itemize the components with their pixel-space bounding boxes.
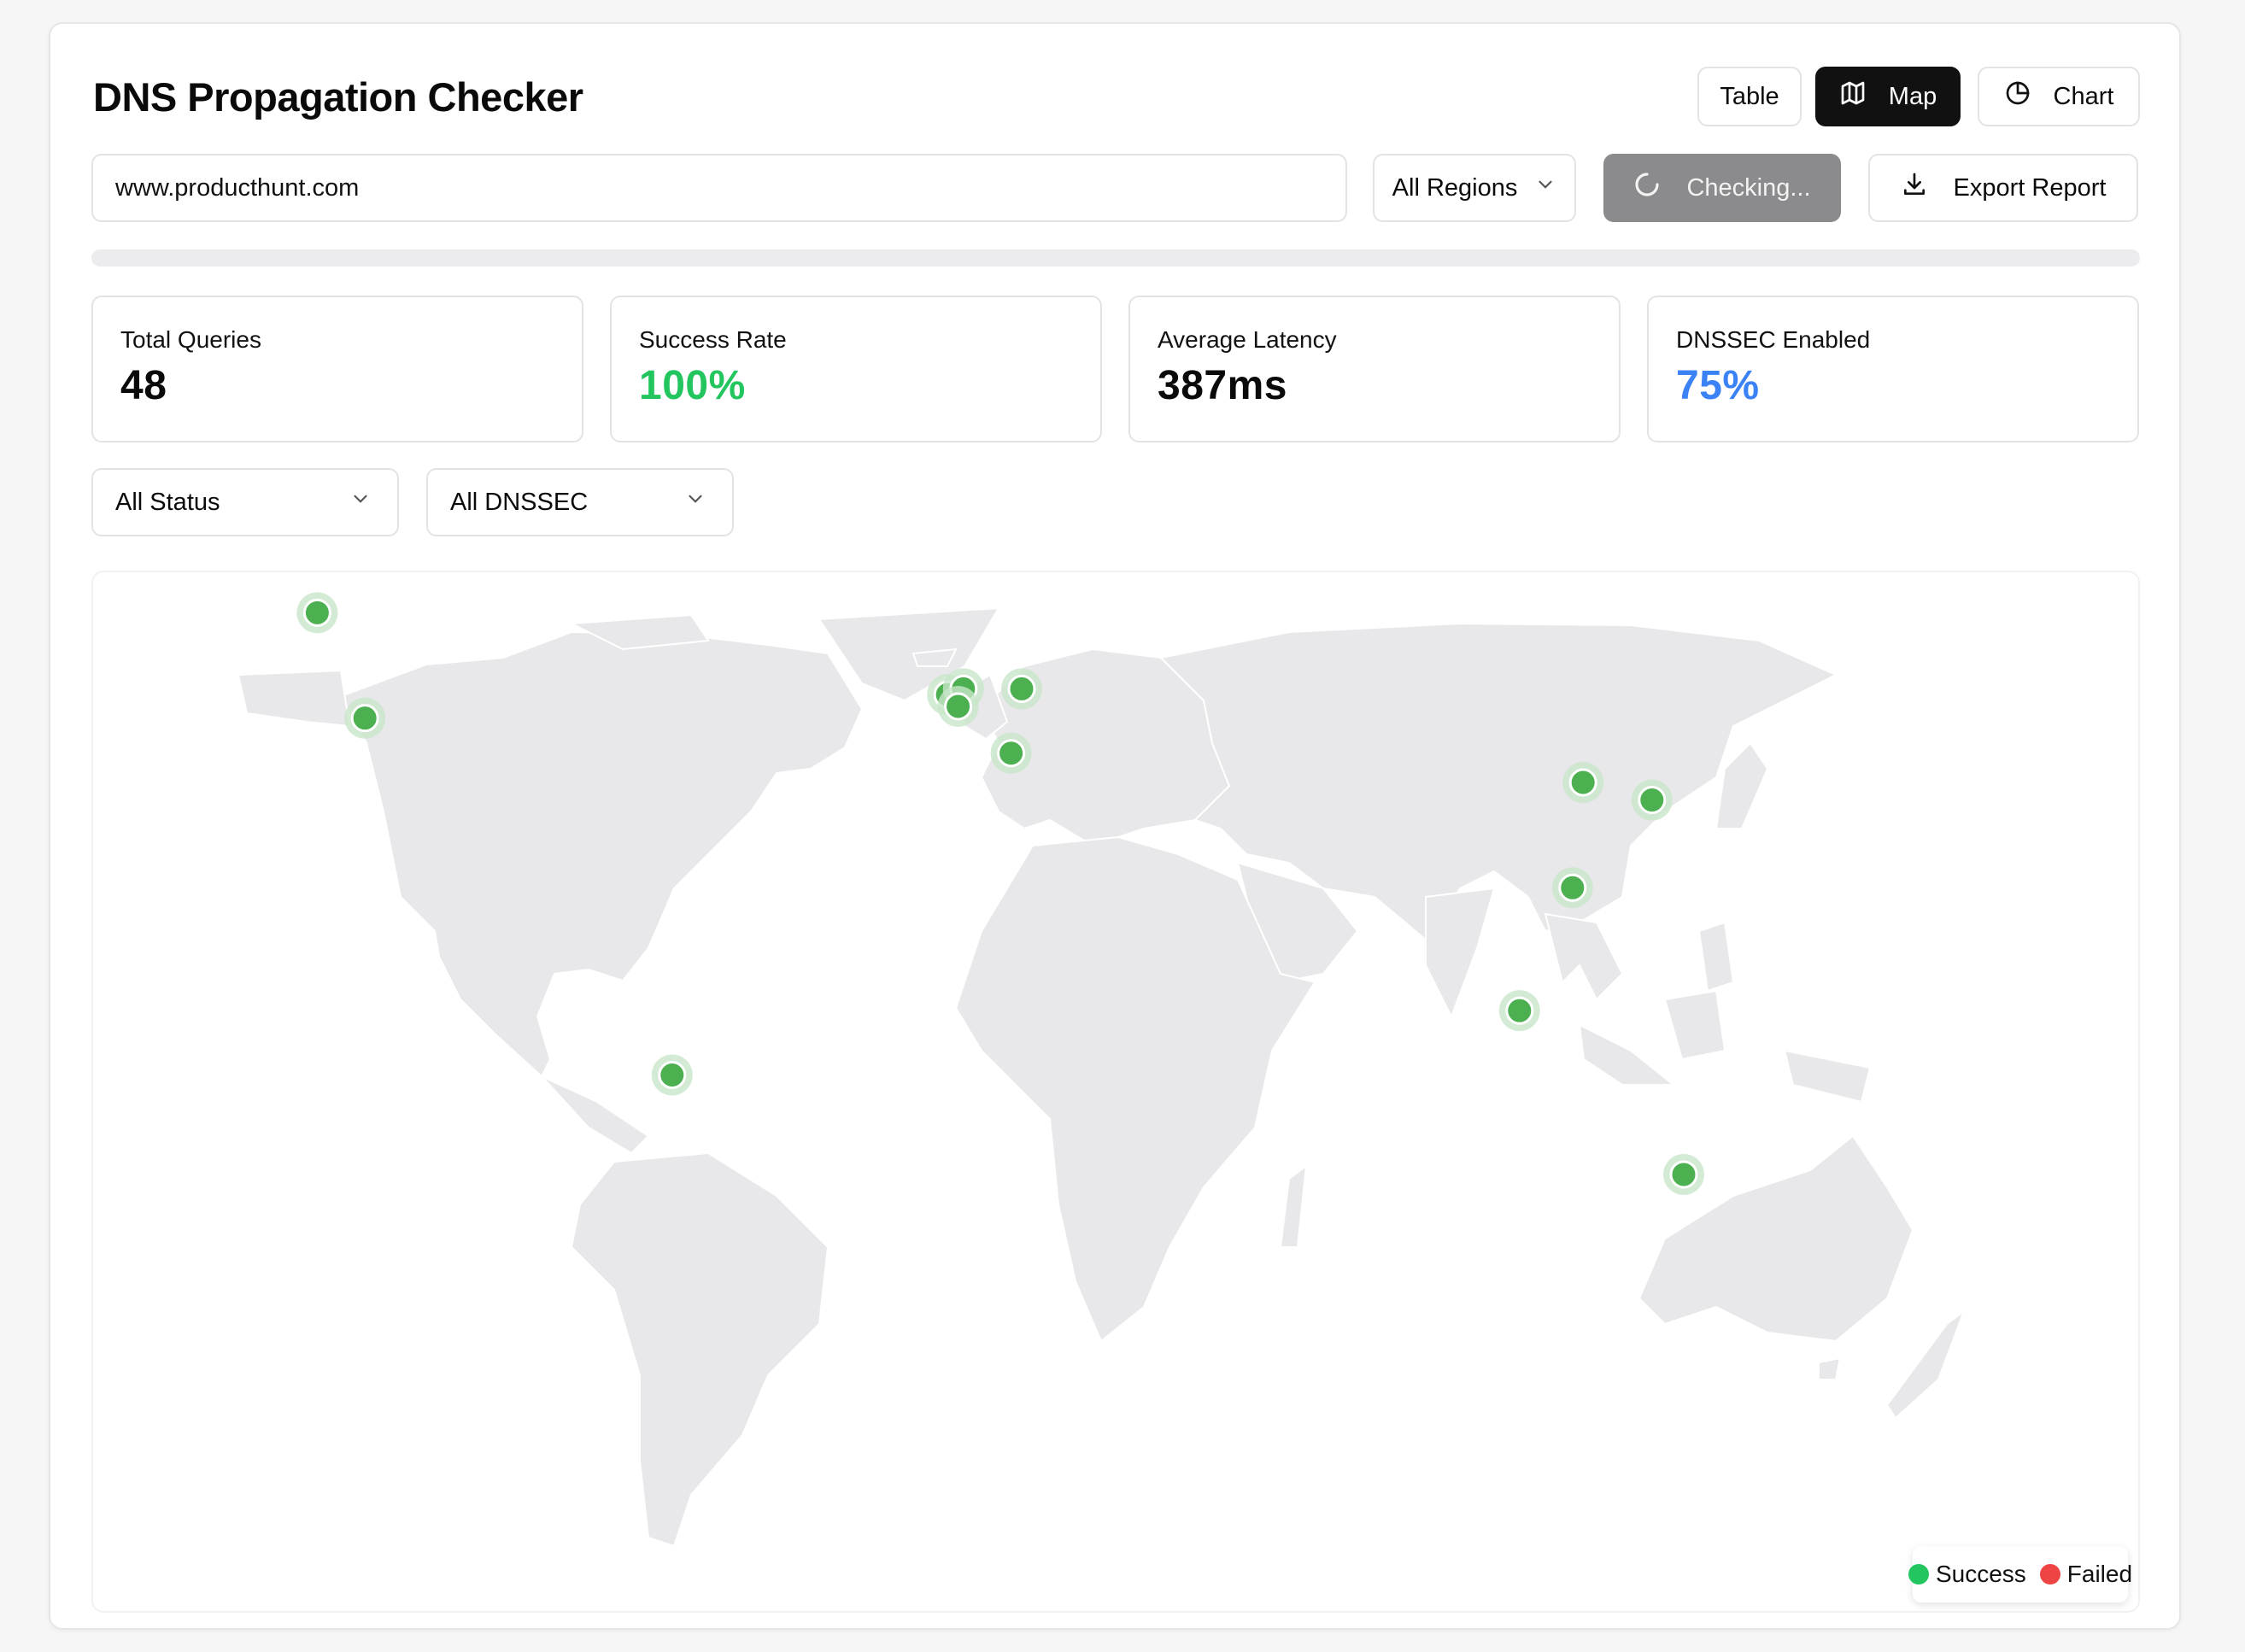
server-marker[interactable]: [350, 704, 379, 733]
success-dot-icon: [1908, 1564, 1929, 1585]
chevron-down-icon: [349, 488, 372, 517]
server-marker[interactable]: [1007, 674, 1036, 703]
server-marker[interactable]: [658, 1061, 687, 1089]
view-table-button[interactable]: Table: [1697, 67, 1802, 126]
stat-value: 387ms: [1158, 363, 1287, 408]
new-guinea-landmass: [1783, 1049, 1872, 1104]
chevron-down-icon: [684, 488, 706, 517]
status-filter-value: All Status: [115, 488, 220, 516]
dnssec-filter-value: All DNSSEC: [450, 488, 589, 516]
legend-item-success: Success: [1908, 1561, 2026, 1588]
check-button-label: Checking...: [1686, 173, 1811, 202]
server-marker[interactable]: [1638, 786, 1667, 815]
server-marker[interactable]: [1568, 768, 1597, 797]
stat-label: DNSSEC Enabled: [1676, 326, 1871, 353]
domain-input[interactable]: [91, 154, 1347, 222]
pie-chart-icon: [2004, 79, 2031, 114]
madagascar-landmass: [1279, 1163, 1308, 1248]
stat-value: 100%: [639, 363, 746, 408]
stat-card-success-rate: Success Rate 100%: [610, 296, 1102, 442]
stat-label: Success Rate: [639, 326, 787, 353]
stat-value: 48: [120, 363, 167, 408]
stat-card-total-queries: Total Queries 48: [91, 296, 583, 442]
central-america-landmass: [541, 1075, 650, 1155]
legend-label: Success: [1935, 1561, 2026, 1587]
stat-label: Total Queries: [120, 326, 261, 353]
world-map-canvas: [237, 592, 1967, 1548]
region-select-value: All Regions: [1392, 173, 1518, 202]
failed-dot-icon: [2039, 1564, 2060, 1585]
view-chart-button[interactable]: Chart: [1978, 67, 2140, 126]
download-icon: [1901, 171, 1928, 205]
spinner-icon: [1633, 171, 1661, 205]
export-report-label: Export Report: [1953, 173, 2107, 202]
view-map-button[interactable]: Map: [1815, 67, 1961, 126]
view-chart-label: Chart: [2053, 82, 2114, 110]
stat-label: Average Latency: [1158, 326, 1337, 353]
stat-card-dnssec-enabled: DNSSEC Enabled 75%: [1647, 296, 2139, 442]
world-map[interactable]: Success Failed: [91, 571, 2140, 1613]
philippines-landmass: [1697, 921, 1735, 993]
india-landmass: [1425, 887, 1496, 1019]
indochina-landmass: [1544, 912, 1624, 1001]
legend-item-failed: Failed: [2039, 1561, 2133, 1588]
server-marker[interactable]: [997, 739, 1026, 768]
map-icon: [1839, 79, 1867, 114]
stat-value: 75%: [1676, 363, 1760, 408]
stat-card-average-latency: Average Latency 387ms: [1128, 296, 1621, 442]
land-layer: [237, 606, 1967, 1548]
new-zealand-landmass: [1885, 1309, 1967, 1420]
server-marker[interactable]: [1669, 1160, 1698, 1189]
south-america-landmass: [570, 1151, 829, 1548]
server-marker[interactable]: [302, 598, 331, 627]
north-america-landmass: [339, 630, 864, 1078]
server-marker[interactable]: [1505, 996, 1534, 1025]
dns-checker-card: DNS Propagation Checker Table Map Chart …: [49, 22, 2181, 1630]
alaska-landmass: [237, 669, 351, 728]
export-report-button[interactable]: Export Report: [1868, 154, 2138, 222]
dnssec-filter-select[interactable]: All DNSSEC: [426, 468, 734, 536]
server-marker[interactable]: [1558, 873, 1587, 902]
region-select[interactable]: All Regions: [1373, 154, 1576, 222]
indonesia-landmass: [1578, 1023, 1676, 1086]
server-marker[interactable]: [944, 692, 973, 721]
chevron-down-icon: [1534, 173, 1556, 202]
status-filter-select[interactable]: All Status: [91, 468, 399, 536]
map-legend: Success Failed: [1908, 1546, 2132, 1602]
check-button[interactable]: Checking...: [1603, 154, 1841, 222]
progress-bar: [91, 249, 2140, 267]
view-map-label: Map: [1888, 82, 1937, 110]
tasmania-landmass: [1818, 1356, 1842, 1380]
borneo-landmass: [1663, 989, 1726, 1061]
legend-label: Failed: [2066, 1561, 2133, 1587]
page-title: DNS Propagation Checker: [93, 74, 583, 120]
view-table-label: Table: [1720, 82, 1779, 110]
